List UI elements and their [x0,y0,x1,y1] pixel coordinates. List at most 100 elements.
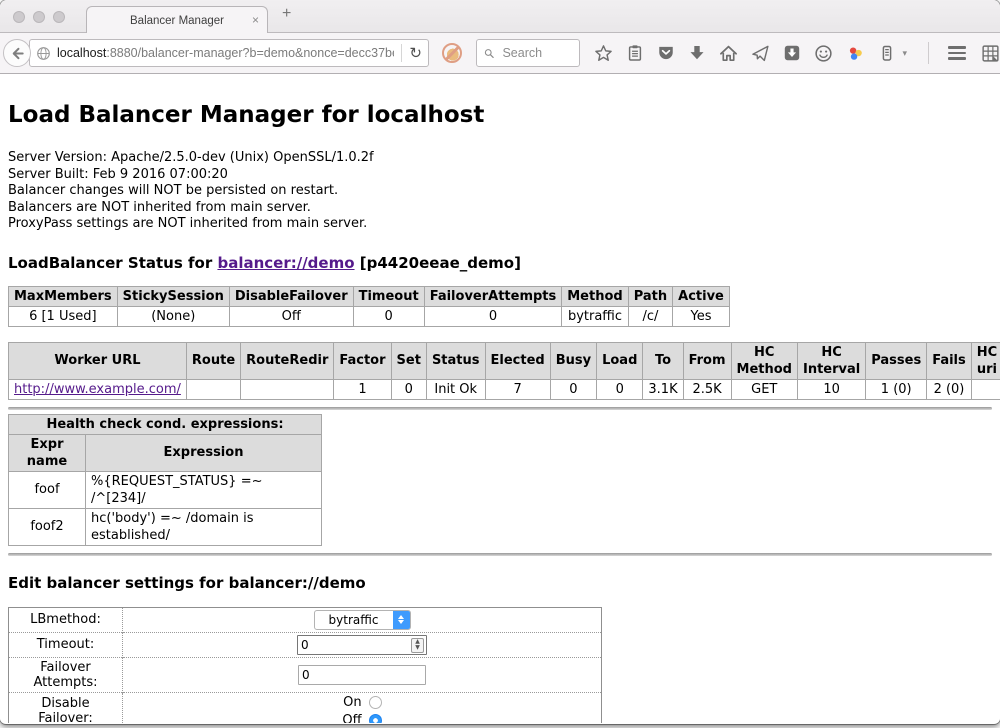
failover-attempts-input[interactable] [298,665,426,685]
hc-table-row: foof %{REQUEST_STATUS} =~ /^[234]/ [9,471,322,508]
disable-failover-row: Disable Failover: On Off [9,692,602,723]
status-heading-prefix: LoadBalancer Status for [8,254,217,272]
share-button[interactable] [751,44,770,63]
col-expr-name: Expr name [9,434,86,471]
lbmethod-row: LBmethod: bytraffic [9,607,602,632]
smiley-icon [814,44,833,63]
worker-url-link[interactable]: http://www.example.com/ [14,382,181,397]
bookmark-star-button[interactable] [594,44,613,63]
disable-failover-off-radio[interactable] [369,714,382,724]
server-built-line: Server Built: Feb 9 2016 07:00:20 [8,167,992,184]
star-icon [594,44,613,63]
col-failoverattempts: FailoverAttempts [424,286,562,306]
number-stepper-icon[interactable]: ▲▼ [411,638,424,653]
radio-on-label: On [343,695,361,710]
worker-table-header-row: Worker URL Route RouteRedir Factor Set S… [9,342,1000,379]
balancer-table-row: 6 [1 Used] (None) Off 0 0 bytraffic /c/ … [9,306,730,326]
persist-note-line: Balancer changes will NOT be persisted o… [8,183,992,200]
search-input[interactable] [500,45,572,61]
page-content: Load Balancer Manager for localhost Serv… [0,74,1000,723]
paper-plane-icon [751,44,770,63]
menu-button[interactable] [946,44,968,62]
url-bar[interactable]: localhost:8880/balancer-manager?b=demo&n… [29,39,429,67]
home-icon [719,44,738,63]
search-icon [484,47,494,60]
window-zoom-button[interactable] [53,11,65,23]
page-title: Load Balancer Manager for localhost [8,102,992,128]
globe-icon [36,46,51,61]
hc-table-header-row: Expr name Expression [9,434,322,471]
sidebar-grid-button[interactable] [981,44,1000,63]
browser-window: Balancer Manager × + localhost:8880/bala… [0,0,1000,724]
lbmethod-selected-value: bytraffic [315,611,393,629]
col-active: Active [673,286,730,306]
health-check-table: Health check cond. expressions: Expr nam… [8,414,322,546]
col-stickysession: StickySession [117,286,229,306]
loadbalancer-status-heading: LoadBalancer Status for balancer://demo … [8,254,992,272]
download-panel-button[interactable] [783,44,801,62]
tab-title: Balancer Manager [130,15,224,27]
toolbar-icons: ▾ [594,42,1000,64]
toolbar-separator [928,42,929,64]
clipboard-icon [626,44,644,62]
pocket-button[interactable] [657,44,675,62]
disable-failover-on-radio[interactable] [369,696,382,709]
col-worker-url: Worker URL [9,342,187,379]
search-bar[interactable] [476,39,580,67]
window-close-button[interactable] [13,11,25,23]
balancer-demo-link[interactable]: balancer://demo [217,254,354,272]
colored-dots-icon [846,44,865,63]
inherit-note-line: Balancers are NOT inherited from main se… [8,200,992,217]
content-blocked-icon[interactable] [442,43,462,63]
timeout-input[interactable] [297,635,427,655]
disable-failover-label: Disable Failover: [9,692,123,723]
lbmethod-label: LBmethod: [9,607,123,632]
url-input[interactable]: localhost:8880/balancer-manager?b=demo&n… [57,46,394,60]
col-path: Path [628,286,672,306]
col-expression: Expression [86,434,322,471]
divider [8,553,992,556]
download-square-icon [783,44,801,62]
colors-extension-button[interactable] [846,44,865,63]
chevron-down-icon[interactable]: ▾ [902,48,907,59]
balancer-status-table: MaxMembers StickySession DisableFailover… [8,286,730,327]
select-stepper-icon [393,611,410,629]
radio-off-label: Off [342,713,361,724]
timeout-row: Timeout: ▲▼ [9,632,602,657]
home-button[interactable] [719,44,738,63]
downloads-button[interactable] [688,44,706,62]
url-path: :8880/balancer-manager?b=demo&nonce=decc… [106,46,394,60]
tab-close-icon[interactable]: × [252,13,259,27]
battery-icon [878,44,896,62]
url-host: localhost [57,46,106,60]
chat-button[interactable] [814,44,833,63]
new-tab-button[interactable]: + [282,5,291,23]
window-controls [13,11,65,23]
grid-icon [981,44,1000,63]
navigation-toolbar: localhost:8880/balancer-manager?b=demo&n… [0,33,1000,74]
divider [8,407,992,410]
lbmethod-select[interactable]: bytraffic [314,610,411,630]
hamburger-icon [948,46,966,49]
col-timeout: Timeout [353,286,424,306]
timeout-label: Timeout: [9,632,123,657]
status-heading-suffix: [p4420eeae_demo] [355,254,521,272]
failover-attempts-row: Failover Attempts: [9,657,602,692]
worker-table-row: http://www.example.com/ 1 0 Init Ok 7 0 … [9,379,1000,399]
back-button[interactable] [3,39,31,67]
worker-table: Worker URL Route RouteRedir Factor Set S… [8,342,1000,400]
col-method: Method [562,286,628,306]
reading-list-button[interactable] [626,44,644,62]
reload-button[interactable]: ↻ [409,46,422,61]
failover-attempts-label: Failover Attempts: [9,657,123,692]
back-arrow-icon [10,46,25,61]
window-minimize-button[interactable] [33,11,45,23]
pocket-icon [657,44,675,62]
edit-balancer-heading: Edit balancer settings for balancer://de… [8,574,992,592]
balancer-table-header-row: MaxMembers StickySession DisableFailover… [9,286,730,306]
download-arrow-icon [688,44,706,62]
extension-button[interactable] [878,44,896,62]
proxypass-note-line: ProxyPass settings are NOT inherited fro… [8,216,992,233]
tab-balancer-manager[interactable]: Balancer Manager × [86,6,268,34]
edit-balancer-form: LBmethod: bytraffic Timeout: ▲▼ [8,607,602,724]
